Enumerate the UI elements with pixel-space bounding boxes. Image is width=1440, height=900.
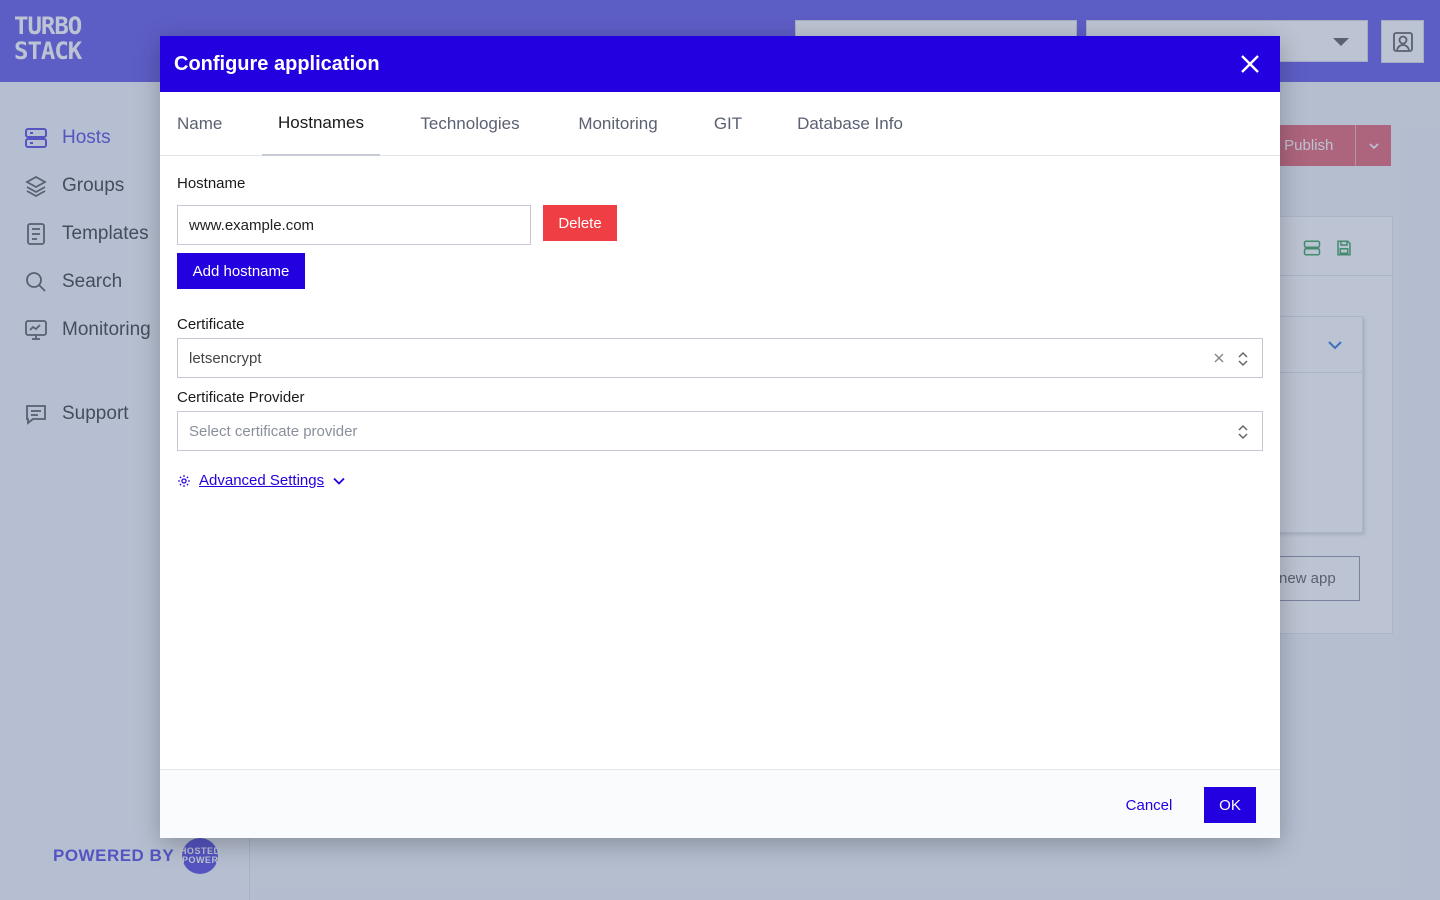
tab-database-info[interactable]: Database Info [788,92,912,156]
dialog-title: Configure application [174,52,380,75]
configure-application-dialog: Configure application Name Hostnames Tec… [160,36,1280,838]
close-icon[interactable] [1238,52,1262,76]
dialog-tabs: Name Hostnames Technologies Monitoring G… [160,92,1280,156]
gear-icon [178,474,190,487]
advanced-settings-label: Advanced Settings [199,472,325,489]
hostname-value: www.example.com [189,216,315,234]
certificate-provider-label: Certificate Provider [177,389,305,406]
dialog-footer: Cancel OK [160,769,1280,838]
sort-updown-icon [1238,424,1248,440]
advanced-settings-toggle[interactable]: Advanced Settings [177,472,346,489]
certificate-label: Certificate [177,316,245,333]
certificate-provider-select[interactable]: Select certificate provider [177,411,1263,451]
tab-hostnames[interactable]: Hostnames [262,92,380,156]
tab-name[interactable]: Name [177,92,239,156]
sort-updown-icon [1238,351,1248,367]
add-hostname-button[interactable]: Add hostname [177,253,305,289]
certificate-select[interactable]: letsencrypt [177,338,1263,378]
hostname-input[interactable]: www.example.com [177,205,531,245]
chevron-down-icon [333,477,345,485]
cancel-button[interactable]: Cancel [1112,787,1186,823]
certificate-value: letsencrypt [189,349,262,367]
delete-hostname-button[interactable]: Delete [543,205,617,241]
tab-monitoring[interactable]: Monitoring [568,92,668,156]
tab-technologies[interactable]: Technologies [410,92,530,156]
clear-icon[interactable] [1212,351,1226,365]
tab-git[interactable]: GIT [706,92,750,156]
ok-button[interactable]: OK [1204,787,1256,823]
certificate-provider-placeholder: Select certificate provider [189,422,358,440]
hostname-label: Hostname [177,175,246,192]
dialog-header: Configure application [160,36,1280,92]
